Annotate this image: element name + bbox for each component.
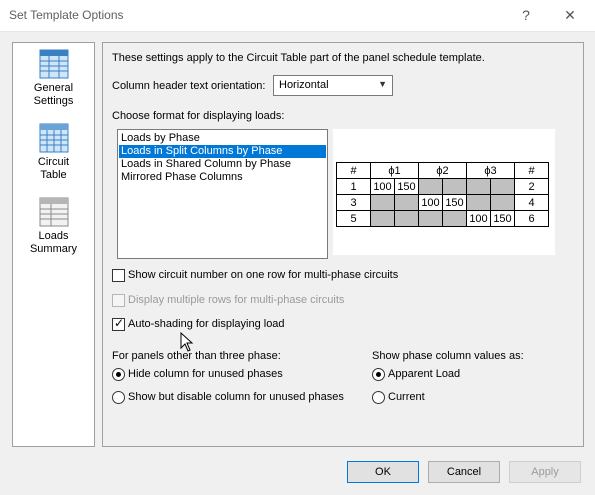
table-row: 1 100 150 2 [336,178,549,195]
preview-cell: 6 [514,210,549,227]
preview-cell-shaded [466,194,491,211]
sidebar-item-label: Loads Summary [29,230,78,255]
list-item[interactable]: Mirrored Phase Columns [119,171,326,184]
title-bar: Set Template Options ? ✕ [0,0,595,32]
preview-table: # ϕ1 ϕ2 ϕ3 # 1 100 150 2 3 100 150 4 5 1… [336,162,549,227]
preview-cell-shaded [490,194,515,211]
sidebar-item-label: Circuit Table [37,156,70,181]
loads-summary-icon [39,197,68,227]
apply-button[interactable]: Apply [509,461,581,483]
circuit-table-icon [39,123,68,153]
show-disable-column-radio[interactable] [112,391,125,404]
preview-cell-shaded [466,178,491,195]
category-sidebar: General Settings Circuit Table Loads Sum… [12,42,95,447]
current-label[interactable]: Current [388,391,425,403]
preview-cell-shaded [370,210,395,227]
preview-cell: 150 [394,178,419,195]
chevron-down-icon: ▼ [378,79,387,89]
preview-header-cell: # [514,162,549,179]
radio-dot-icon [376,372,381,377]
help-button[interactable]: ? [513,4,539,26]
multiple-rows-checkbox[interactable] [112,294,125,307]
preview-cell: 100 [418,194,443,211]
preview-header-cell: ϕ2 [418,162,467,179]
list-item[interactable]: Loads by Phase [119,132,326,145]
preview-cell-shaded [418,210,443,227]
preview-header-cell: ϕ1 [370,162,419,179]
close-button[interactable]: ✕ [557,4,583,26]
hide-column-radio[interactable] [112,368,125,381]
intro-text: These settings apply to the Circuit Tabl… [112,52,485,64]
ok-button[interactable]: OK [347,461,419,483]
preview-cell-shaded [442,178,467,195]
current-radio[interactable] [372,391,385,404]
auto-shading-label[interactable]: Auto-shading for displaying load [128,318,285,330]
format-listbox[interactable]: Loads by Phase Loads in Split Columns by… [117,129,328,259]
orientation-dropdown[interactable]: Horizontal ▼ [273,75,393,96]
table-row: 5 100 150 6 [336,210,549,227]
preview-cell: 2 [514,178,549,195]
checkmark-icon: ✓ [114,316,125,330]
list-item[interactable]: Loads in Shared Column by Phase [119,158,326,171]
orientation-value: Horizontal [279,79,329,91]
preview-cell: 5 [336,210,371,227]
general-settings-icon [39,49,68,79]
preview-header-cell: # [336,162,371,179]
circuit-one-row-label[interactable]: Show circuit number on one row for multi… [128,269,398,281]
list-item-selected[interactable]: Loads in Split Columns by Phase [119,145,326,158]
preview-cell-shaded [394,194,419,211]
radio-dot-icon [116,372,121,377]
sidebar-item-label: General Settings [33,82,74,107]
preview-cell-shaded [394,210,419,227]
preview-cell: 1 [336,178,371,195]
preview-cell-shaded [418,178,443,195]
apparent-load-radio[interactable] [372,368,385,381]
window-title: Set Template Options [9,8,124,22]
multiple-rows-label: Display multiple rows for multi-phase ci… [128,294,345,306]
cancel-button[interactable]: Cancel [428,461,500,483]
preview-cell-shaded [370,194,395,211]
hide-column-label[interactable]: Hide column for unused phases [128,368,283,380]
apparent-load-label[interactable]: Apparent Load [388,368,460,380]
mouse-cursor-icon [180,332,194,352]
sidebar-item-loads-summary[interactable]: Loads Summary [13,197,94,256]
preview-cell: 4 [514,194,549,211]
settings-panel: These settings apply to the Circuit Tabl… [102,42,584,447]
format-label: Choose format for displaying loads: [112,110,285,122]
show-disable-column-label[interactable]: Show but disable column for unused phase… [128,391,344,403]
format-preview: # ϕ1 ϕ2 ϕ3 # 1 100 150 2 3 100 150 4 5 1… [333,129,555,255]
preview-cell: 150 [442,194,467,211]
preview-header-cell: ϕ3 [466,162,515,179]
preview-cell: 100 [466,210,491,227]
other-phase-label: For panels other than three phase: [112,350,281,362]
sidebar-item-circuit-table[interactable]: Circuit Table [13,123,94,182]
circuit-one-row-checkbox[interactable] [112,269,125,282]
phase-values-label: Show phase column values as: [372,350,524,362]
preview-cell: 150 [490,210,515,227]
table-row: 3 100 150 4 [336,194,549,211]
orientation-label: Column header text orientation: [112,80,266,92]
preview-cell-shaded [490,178,515,195]
preview-cell-shaded [442,210,467,227]
auto-shading-checkbox[interactable]: ✓ [112,316,125,331]
sidebar-item-general-settings[interactable]: General Settings [13,49,94,108]
preview-cell: 100 [370,178,395,195]
preview-cell: 3 [336,194,371,211]
